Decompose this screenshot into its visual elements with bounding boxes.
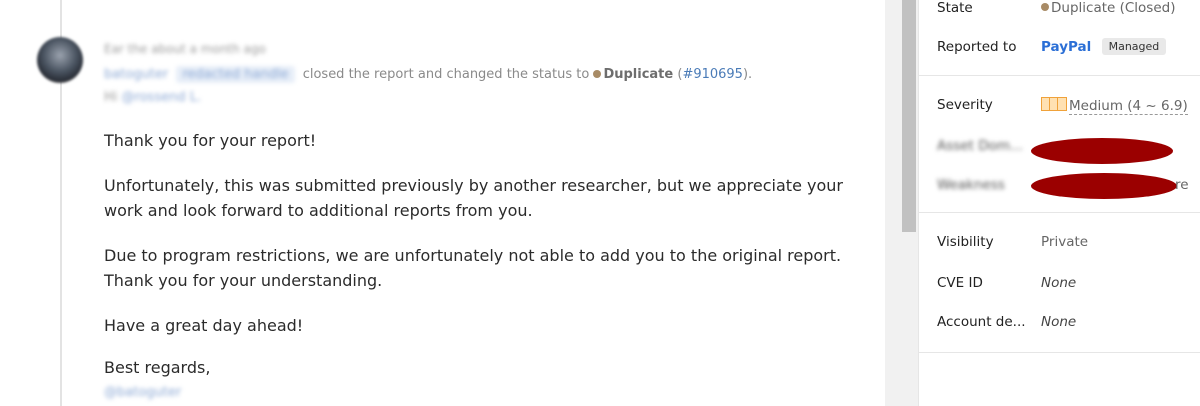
account-details-value: None [1041,314,1077,330]
state-label: State [937,0,973,16]
managed-badge: Managed [1101,38,1167,55]
duplicate-status-dot-icon [593,69,602,78]
activity-user-link[interactable]: batoguter [104,67,168,82]
severity-label: Severity [937,97,993,113]
message-paragraph: Thank you for your report! [104,131,317,150]
asset-label: Asset Dom... [937,138,1023,154]
message-paragraph: Due to program restrictions, we are unfo… [104,246,842,290]
visibility-label: Visibility [937,234,994,250]
activity-timestamp: Ear the about a month ago [104,42,266,56]
weakness-tail: re [1175,177,1189,193]
user-tag: redacted handle [176,66,295,83]
redaction-mark [1031,173,1177,199]
state-value-text: Duplicate (Closed) [1051,0,1176,16]
state-value: Duplicate (Closed) [1041,0,1176,16]
message-paragraph: Unfortunately, this was submitted previo… [104,176,843,220]
divider [919,212,1200,213]
reported-to-label: Reported to [937,39,1017,55]
duplicate-status-dot-icon [1041,3,1049,11]
scrollbar-thumb[interactable] [902,0,916,232]
avatar[interactable] [37,37,83,83]
status-label: Duplicate [603,67,674,82]
greeting-prefix: Hi [104,90,118,105]
account-details-label: Account de... [937,314,1026,330]
reported-to-value: PayPal Managed [1041,38,1167,55]
paren-close: ). [742,67,753,82]
greeting-mention-link[interactable]: @rossend L. [122,90,202,105]
report-timeline: Ear the about a month ago batoguter reda… [0,0,885,406]
duplicate-report-link[interactable]: #910695 [682,67,743,82]
severity-value[interactable]: Medium (4 ~ 6.9) [1041,97,1188,115]
weakness-label: Weakness [937,177,1005,193]
program-link[interactable]: PayPal [1041,39,1091,55]
cve-id-value: None [1041,275,1077,291]
greeting: Hi @rossend L. [104,90,201,105]
signature-link[interactable]: @batoguter [104,385,181,400]
activity-action-text: closed the report and changed the status… [302,67,590,82]
severity-value-text: Medium (4 ~ 6.9) [1069,98,1188,115]
message-paragraph: Best regards, [104,358,211,377]
activity-line: batoguter redacted handle closed the rep… [104,66,752,83]
message-paragraph: Have a great day ahead! [104,316,304,335]
severity-meter-icon [1041,97,1067,111]
visibility-value: Private [1041,234,1089,250]
redaction-mark [1031,138,1173,164]
cve-id-label: CVE ID [937,275,983,291]
divider [919,352,1200,353]
report-details-sidebar: State Duplicate (Closed) Reported to Pay… [918,0,1200,406]
divider [919,75,1200,76]
